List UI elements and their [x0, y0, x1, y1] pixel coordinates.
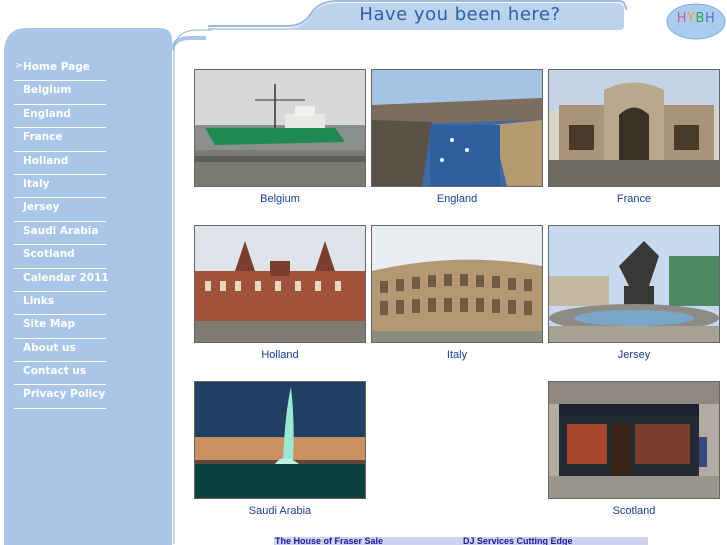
photo-saudi-arabia[interactable] — [194, 381, 366, 499]
nav-item-scotland[interactable]: Scotland — [14, 245, 106, 269]
nav-link-links[interactable]: Links — [23, 295, 54, 307]
nav-link-contact[interactable]: Contact us — [23, 365, 86, 377]
footer-link-dj-services[interactable]: DJ Services Cutting Edge — [463, 537, 573, 545]
nav-link-privacy[interactable]: Privacy Policy — [23, 388, 105, 400]
nav-link-home[interactable]: Home Page — [23, 61, 90, 73]
nav-item-belgium[interactable]: Belgium — [14, 81, 106, 105]
nav-item-italy[interactable]: Italy — [14, 175, 106, 199]
nav-link-england[interactable]: England — [23, 108, 71, 120]
sidebar-nav: > Home Page Belgium England France Hollan… — [14, 58, 109, 409]
photo-holland[interactable] — [194, 225, 366, 343]
logo-text: HYBH — [676, 11, 716, 26]
nav-item-privacy[interactable]: Privacy Policy — [14, 385, 106, 409]
nav-item-france[interactable]: France — [14, 128, 106, 152]
photo-italy[interactable] — [371, 225, 543, 343]
caption-jersey[interactable]: Jersey — [548, 349, 720, 361]
caption-england[interactable]: England — [371, 193, 543, 205]
nav-item-england[interactable]: England — [14, 105, 106, 129]
nav-link-calendar[interactable]: Calendar 2011 — [23, 272, 109, 284]
photo-france[interactable] — [548, 69, 720, 187]
caption-france[interactable]: France — [548, 193, 720, 205]
nav-item-saudi-arabia[interactable]: Saudi Arabia — [14, 222, 106, 246]
caption-holland[interactable]: Holland — [194, 349, 366, 361]
photo-belgium[interactable] — [194, 69, 366, 187]
nav-link-saudi-arabia[interactable]: Saudi Arabia — [23, 225, 98, 237]
nav-item-jersey[interactable]: Jersey — [14, 198, 106, 222]
nav-item-holland[interactable]: Holland — [14, 152, 106, 175]
photo-jersey[interactable] — [548, 225, 720, 343]
nav-link-belgium[interactable]: Belgium — [23, 84, 71, 96]
nav-link-about[interactable]: About us — [23, 342, 76, 354]
nav-item-calendar[interactable]: Calendar 2011 — [14, 269, 109, 292]
photo-england[interactable] — [371, 69, 543, 187]
nav-link-france[interactable]: France — [23, 131, 63, 143]
caption-scotland[interactable]: Scotland — [548, 505, 720, 517]
photo-scotland[interactable] — [548, 381, 720, 499]
nav-item-links[interactable]: Links — [14, 292, 106, 316]
footer-link-house-of-fraser[interactable]: The House of Fraser Sale — [275, 537, 383, 545]
nav-link-holland[interactable]: Holland — [23, 155, 68, 167]
footer-ad-strip: The House of Fraser Sale DJ Services Cut… — [274, 537, 648, 545]
chevron-right-icon: > — [15, 61, 23, 71]
nav-link-italy[interactable]: Italy — [23, 178, 49, 190]
nav-item-home[interactable]: > Home Page — [14, 58, 106, 82]
caption-saudi-arabia[interactable]: Saudi Arabia — [194, 505, 366, 517]
nav-link-scotland[interactable]: Scotland — [23, 248, 75, 260]
nav-item-about[interactable]: About us — [14, 339, 106, 363]
nav-link-jersey[interactable]: Jersey — [23, 201, 59, 213]
caption-belgium[interactable]: Belgium — [194, 193, 366, 205]
caption-italy[interactable]: Italy — [371, 349, 543, 361]
nav-link-site-map[interactable]: Site Map — [23, 318, 75, 330]
nav-item-site-map[interactable]: Site Map — [14, 315, 106, 339]
nav-item-contact[interactable]: Contact us — [14, 362, 106, 386]
